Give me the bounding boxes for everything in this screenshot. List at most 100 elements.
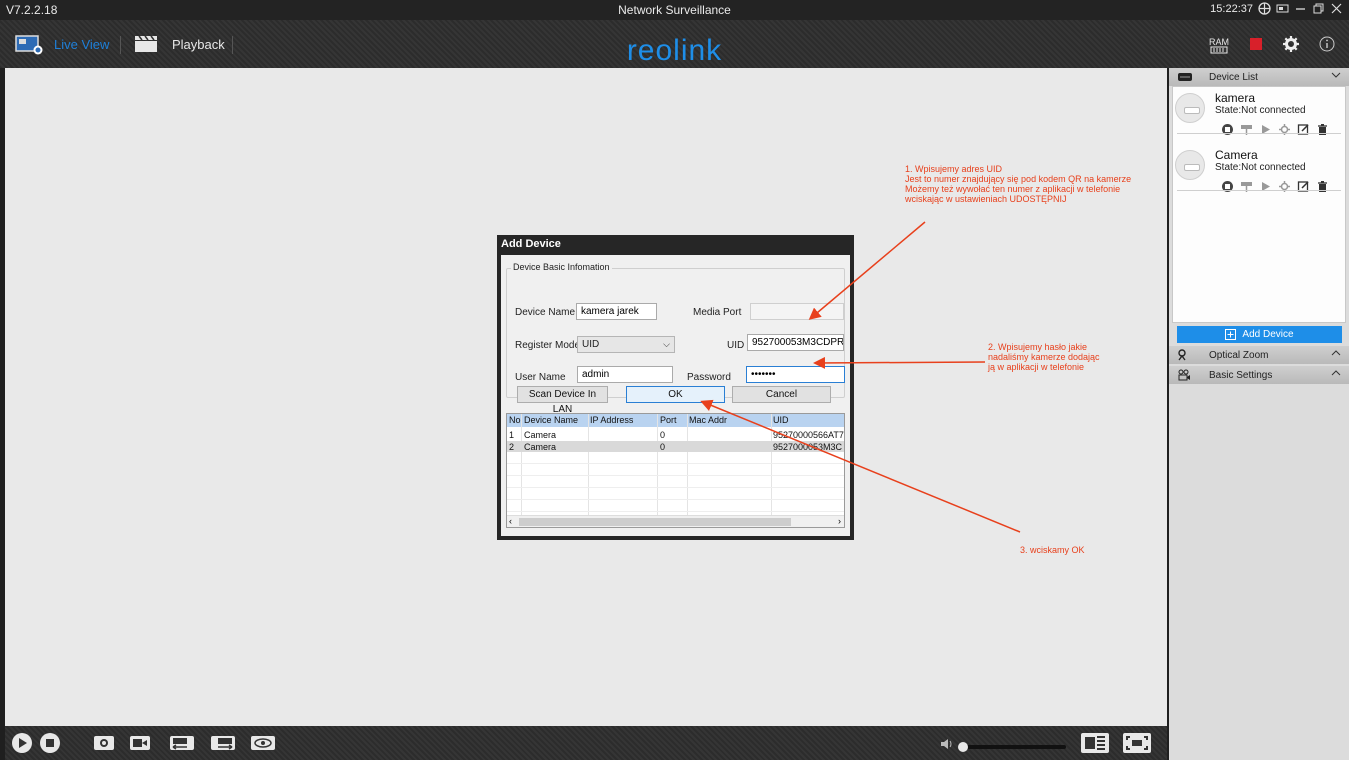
split-screen-icon[interactable] (1080, 732, 1110, 759)
volume-slider[interactable] (958, 739, 1068, 757)
table-cell: 0 (660, 430, 666, 440)
uid-field[interactable]: 952700053M3CDPR (747, 334, 844, 351)
device-scan-table: No. Device Name IP Address Port Mac Addr… (506, 413, 845, 528)
column-header[interactable]: IP Address (588, 414, 657, 427)
user-name-field[interactable]: admin (577, 366, 673, 383)
record-icon[interactable] (1249, 37, 1263, 56)
scrollbar-thumb[interactable] (519, 518, 791, 526)
screen-mode-icon[interactable] (1276, 2, 1289, 15)
cancel-button[interactable]: Cancel (732, 386, 831, 403)
dialog-body: Device Basic Infomation Device Name kame… (501, 255, 850, 536)
column-header[interactable]: UID (771, 414, 844, 427)
volume-icon[interactable] (940, 737, 954, 755)
table-row[interactable]: 1 Camera 0 95270000566AT7 (507, 429, 844, 440)
dialog-title: Add Device (501, 238, 561, 250)
previous-page-icon[interactable] (167, 733, 197, 758)
device-list: kamera State:Not connected Camera State:… (1172, 86, 1346, 323)
column-header[interactable]: Device Name (522, 414, 588, 427)
basic-settings-header[interactable]: Basic Settings (1169, 366, 1349, 384)
network-icon[interactable] (1258, 2, 1271, 15)
record-video-icon[interactable] (127, 733, 153, 758)
clock: 15:22:37 (1210, 2, 1253, 15)
device-list-title: Device List (1209, 72, 1258, 83)
device-settings-icon[interactable] (1278, 180, 1291, 193)
device-tools (1221, 123, 1329, 136)
device-state: State:Not connected (1215, 162, 1306, 173)
password-field[interactable]: ••••••• (746, 366, 845, 383)
device-state: State:Not connected (1215, 105, 1306, 116)
device-list-header[interactable]: Device List (1169, 68, 1349, 86)
auto-patrol-icon[interactable] (248, 733, 278, 758)
device-item[interactable]: Camera State:Not connected (1173, 144, 1345, 201)
camera-icon[interactable] (1240, 123, 1253, 136)
annotation-line: ją w aplikacji w telefonie (988, 362, 1085, 372)
info-icon[interactable] (1319, 36, 1335, 57)
optical-zoom-header[interactable]: Optical Zoom (1169, 346, 1349, 364)
table-cell: 0 (660, 442, 666, 452)
camera-avatar-icon (1175, 93, 1205, 123)
table-cell: 1 (509, 430, 515, 440)
minimize-icon[interactable] (1294, 2, 1307, 15)
register-mode-select[interactable]: UID ⌵ (577, 336, 675, 353)
camera-avatar-icon (1175, 150, 1205, 180)
scroll-right-icon[interactable]: › (838, 516, 841, 526)
annotation-line: Jest to numer znajdujący się pod kodem Q… (905, 174, 1132, 184)
horizontal-scrollbar[interactable]: ‹ › (507, 515, 844, 527)
nav-right-tools: RAM (1209, 36, 1335, 57)
table-row[interactable]: 2 Camera 0 9527000053M3C (507, 441, 844, 452)
connect-icon[interactable] (1221, 123, 1234, 136)
table-cell (687, 429, 771, 440)
table-cell: 9527000053M3C (773, 442, 843, 452)
device-settings-icon[interactable] (1278, 123, 1291, 136)
play-icon[interactable] (1259, 180, 1272, 193)
device-item[interactable]: kamera State:Not connected (1173, 87, 1345, 144)
column-header[interactable]: Port (658, 414, 687, 427)
add-device-button[interactable]: Add Device (1177, 326, 1342, 343)
register-mode-label: Register Mode (515, 340, 581, 351)
annotation-uid: 1. Wpisujemy adres UID Jest to numer zna… (905, 164, 1131, 204)
media-port-field[interactable] (750, 303, 844, 320)
annotation-line: nadaliśmy kamerze dodając (988, 352, 1100, 362)
table-cell: Camera (524, 442, 557, 452)
scroll-left-icon[interactable]: ‹ (509, 516, 512, 526)
empty-row (507, 453, 844, 464)
ok-button[interactable]: OK (626, 386, 725, 403)
divider (1177, 190, 1341, 191)
play-icon[interactable] (1259, 123, 1272, 136)
device-name-field[interactable]: kamera jarek (576, 303, 657, 320)
device-list-icon (1177, 71, 1193, 86)
restore-icon[interactable] (1312, 2, 1325, 15)
scan-device-in-lan-button[interactable]: Scan Device In LAN (517, 386, 608, 415)
logo-text: reolink (626, 34, 723, 67)
plus-icon (1225, 329, 1237, 340)
camera-icon[interactable] (1240, 180, 1253, 193)
delete-icon[interactable] (1316, 180, 1329, 193)
column-header[interactable]: Mac Addr (687, 414, 771, 427)
edit-icon[interactable] (1297, 180, 1310, 193)
settings-gear-icon[interactable] (1283, 36, 1299, 57)
right-panel: Device List kamera State:Not connected C… (1169, 68, 1349, 760)
device-tools (1221, 180, 1329, 193)
device-basic-info-group: Device Basic Infomation Device Name kame… (506, 262, 845, 398)
empty-row (507, 477, 844, 488)
ram-icon[interactable]: RAM (1209, 38, 1229, 55)
ram-label: RAM (1209, 37, 1229, 47)
group-title: Device Basic Infomation (511, 262, 612, 272)
next-page-icon[interactable] (208, 733, 238, 758)
delete-icon[interactable] (1316, 123, 1329, 136)
empty-row (507, 501, 844, 512)
play-icon[interactable] (11, 732, 33, 759)
user-name-label: User Name (515, 372, 566, 383)
close-icon[interactable] (1330, 2, 1343, 15)
annotation-password: 2. Wpisujemy hasło jakie nadaliśmy kamer… (988, 342, 1100, 372)
stop-icon[interactable] (39, 732, 61, 759)
table-header: No. Device Name IP Address Port Mac Addr… (507, 414, 844, 427)
chevron-down-icon: ⌵ (663, 339, 670, 349)
fullscreen-icon[interactable] (1122, 732, 1152, 759)
annotation-line: wciskając w ustawieniach UDOSTĘPNIJ (905, 194, 1067, 204)
edit-icon[interactable] (1297, 123, 1310, 136)
connect-icon[interactable] (1221, 180, 1234, 193)
snapshot-icon[interactable] (91, 733, 117, 758)
uid-label: UID (727, 340, 745, 351)
column-header[interactable]: No. (507, 414, 521, 427)
